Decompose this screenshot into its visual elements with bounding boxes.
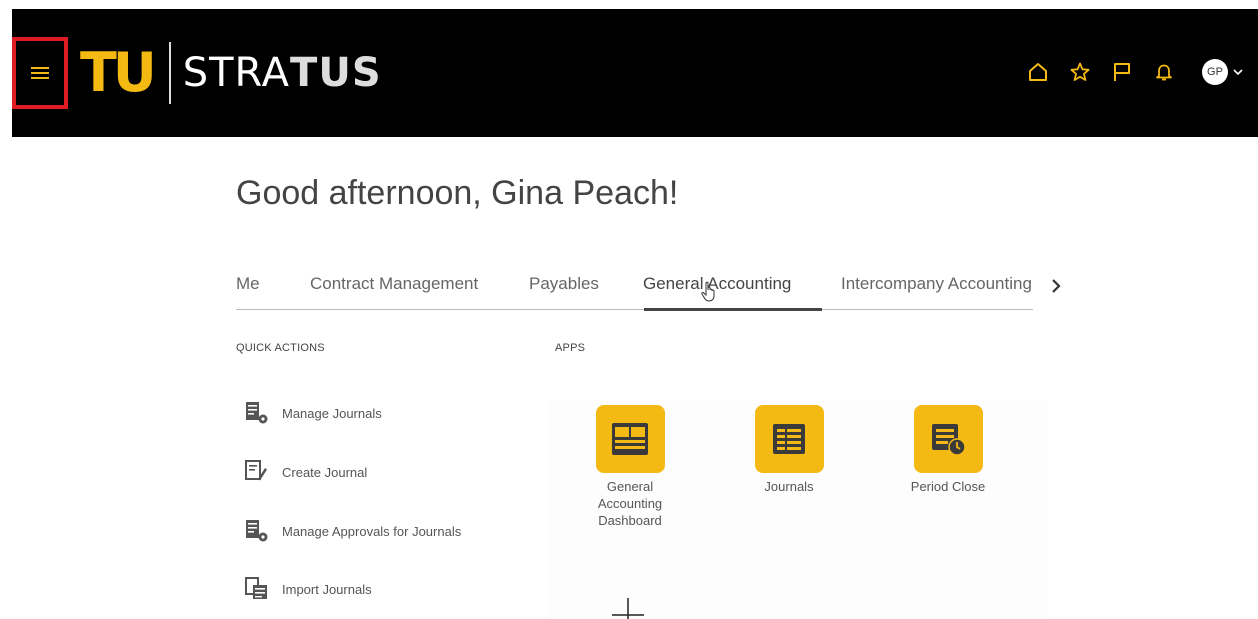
quick-action-label: Manage Approvals for Journals — [282, 523, 462, 539]
chevron-down-icon[interactable] — [1232, 66, 1244, 78]
global-header: TU STRATUS GP — [12, 9, 1258, 137]
home-icon[interactable] — [1026, 60, 1050, 84]
quick-action-label: Manage Journals — [282, 405, 382, 421]
tab-intercompany-accounting[interactable]: Intercompany Accounting — [841, 274, 1032, 294]
navigator-menu-button[interactable] — [12, 37, 68, 109]
tab-payables[interactable]: Payables — [529, 274, 599, 294]
quick-action-label: Import Journals — [282, 581, 372, 597]
logo-wordmark-bold: TUS — [290, 50, 382, 96]
quick-action-label: Create Journal — [282, 464, 368, 480]
quick-action-manage-journals[interactable]: Manage Journals — [244, 400, 382, 426]
springboard-tabs: Me Contract Management Payables General … — [236, 264, 1033, 311]
hand-cursor-icon — [700, 280, 718, 302]
avatar[interactable]: GP — [1202, 59, 1228, 85]
logo-wordmark: STRATUS — [183, 53, 382, 93]
greeting-title: Good afternoon, Gina Peach! — [236, 174, 679, 212]
flag-icon[interactable] — [1110, 60, 1134, 84]
header-toolbar: GP — [1008, 59, 1244, 85]
bell-icon[interactable] — [1152, 60, 1176, 84]
quick-action-manage-approvals[interactable]: Manage Approvals for Journals — [244, 518, 461, 544]
import-journals-icon — [244, 576, 270, 602]
quick-action-import-journals[interactable]: Import Journals — [244, 576, 372, 602]
quick-action-create-journal[interactable]: Create Journal — [244, 459, 367, 485]
manage-journals-icon — [244, 400, 270, 426]
app-period-close[interactable]: Period Close — [893, 405, 1003, 495]
app-label: Period Close — [910, 479, 986, 494]
manage-approvals-icon — [244, 518, 270, 544]
app-general-accounting-dashboard[interactable]: General Accounting Dashboard — [575, 405, 685, 529]
period-close-icon — [913, 405, 983, 473]
app-label: General Accounting Dashboard — [597, 479, 663, 528]
tab-contract-management[interactable]: Contract Management — [310, 274, 478, 294]
chevron-right-icon[interactable] — [1048, 276, 1064, 296]
tu-logo-mark: TU — [80, 41, 157, 104]
star-icon[interactable] — [1068, 60, 1092, 84]
active-tab-indicator — [644, 308, 822, 311]
logo-wordmark-light: STRA — [182, 50, 291, 96]
quick-actions-heading: QUICK ACTIONS — [236, 342, 325, 354]
logo-divider — [168, 42, 171, 104]
apps-heading: APPS — [555, 342, 586, 354]
crosshair-cursor-icon — [612, 598, 644, 619]
app-journals[interactable]: Journals — [734, 405, 844, 495]
app-label: Journals — [764, 479, 814, 494]
stratus-logo[interactable]: TU STRATUS — [80, 41, 382, 105]
journals-icon — [754, 405, 824, 473]
dashboard-icon — [595, 405, 665, 473]
hamburger-icon — [31, 66, 49, 80]
create-journal-icon — [244, 459, 270, 485]
tab-me[interactable]: Me — [236, 274, 260, 294]
